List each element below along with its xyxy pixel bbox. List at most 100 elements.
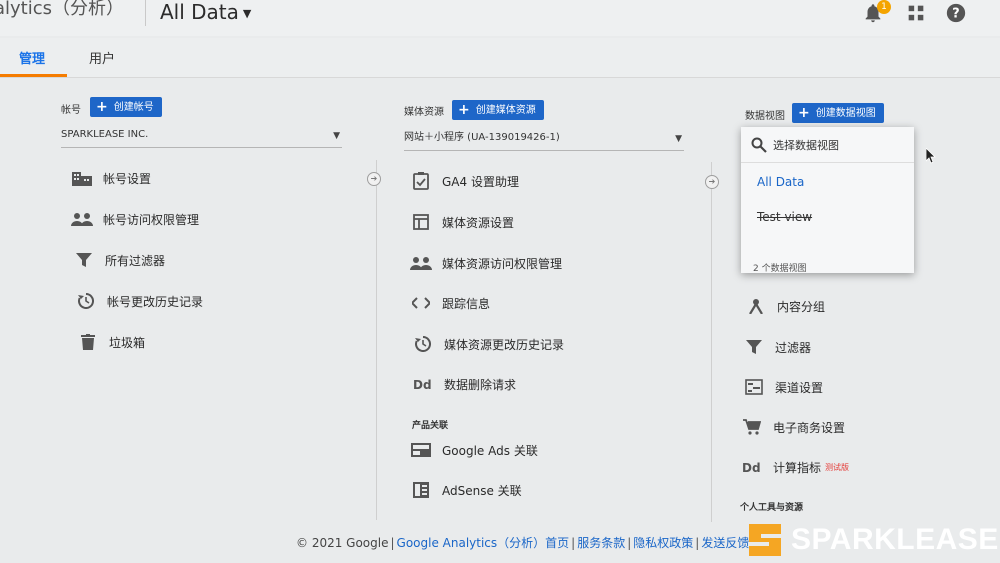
property-history-label: 媒体资源更改历史记录 bbox=[444, 337, 565, 352]
account-settings-label: 帐号设置 bbox=[103, 171, 152, 186]
dd-icon: Dd bbox=[412, 375, 434, 393]
arrow-right-icon[interactable]: ➔ bbox=[705, 175, 719, 189]
svg-text:Dd: Dd bbox=[742, 461, 761, 474]
account-history-label: 帐号更改历史记录 bbox=[107, 294, 204, 309]
svg-text:Dd: Dd bbox=[413, 378, 432, 391]
plus-icon: + bbox=[96, 99, 108, 115]
cart-icon bbox=[741, 418, 763, 436]
tab-user[interactable]: 用户 bbox=[89, 48, 115, 67]
people-icon bbox=[71, 210, 93, 228]
code-icon bbox=[410, 294, 432, 312]
create-property-button[interactable]: + 创建媒体资源 bbox=[452, 100, 544, 120]
create-view-label: 创建数据视图 bbox=[815, 108, 876, 119]
footer-link-feedback[interactable]: 发送反馈 bbox=[701, 536, 749, 550]
create-account-button[interactable]: + 创建帐号 bbox=[90, 97, 162, 117]
mouse-cursor-icon bbox=[926, 148, 936, 164]
people-icon bbox=[410, 254, 432, 272]
history-icon bbox=[75, 292, 97, 310]
footer-link-terms[interactable]: 服务条款 bbox=[577, 536, 625, 550]
trash-item[interactable]: 垃圾箱 bbox=[77, 331, 145, 353]
filter-icon bbox=[743, 338, 765, 356]
building-icon bbox=[71, 169, 93, 187]
beta-tag: 测试版 bbox=[825, 462, 850, 472]
filter-icon bbox=[73, 251, 95, 269]
view-option-test-view[interactable]: Test view bbox=[757, 210, 812, 224]
tracking-info-item[interactable]: 跟踪信息 bbox=[410, 292, 490, 314]
property-settings-item[interactable]: 媒体资源设置 bbox=[410, 211, 514, 233]
account-selector[interactable]: SPARKLEASE INC. ▼ bbox=[61, 126, 342, 148]
checklist-icon bbox=[410, 172, 432, 190]
google-ads-icon bbox=[410, 441, 432, 459]
footer-link-home[interactable]: Google Analytics（分析）首页 bbox=[397, 536, 570, 550]
ga4-setup-label: GA4 设置助理 bbox=[442, 174, 519, 189]
personal-tools-heading: 个人工具与资源 bbox=[740, 503, 804, 513]
content-grouping-icon bbox=[745, 297, 767, 315]
data-deletion-label: 数据删除请求 bbox=[444, 377, 517, 392]
adsense-link-label: AdSense 关联 bbox=[442, 483, 522, 498]
channel-settings-item[interactable]: 渠道设置 bbox=[743, 376, 823, 398]
create-view-button[interactable]: + 创建数据视图 bbox=[792, 103, 884, 123]
product-links-heading: 产品关联 bbox=[412, 421, 449, 431]
view-search-field[interactable]: 选择数据视图 bbox=[741, 127, 914, 163]
ecommerce-settings-item[interactable]: 电子商务设置 bbox=[741, 416, 845, 438]
brand-name: SPARKLEASE bbox=[791, 523, 999, 556]
account-access-item[interactable]: 帐号访问权限管理 bbox=[71, 208, 199, 230]
view-option-all-data[interactable]: All Data bbox=[757, 175, 804, 189]
account-history-item[interactable]: 帐号更改历史记录 bbox=[75, 290, 203, 312]
property-history-item[interactable]: 媒体资源更改历史记录 bbox=[412, 333, 564, 355]
view-search-placeholder: 选择数据视图 bbox=[773, 138, 839, 152]
plus-icon: + bbox=[458, 102, 470, 118]
account-access-label: 帐号访问权限管理 bbox=[103, 212, 200, 227]
apps-grid-icon[interactable] bbox=[905, 2, 927, 24]
chevron-down-icon: ▼ bbox=[242, 7, 252, 20]
footer: © 2021 Google | Google Analytics（分析）首页 | 服务条… bbox=[296, 536, 750, 550]
property-settings-icon bbox=[410, 213, 432, 231]
ga4-setup-item[interactable]: GA4 设置助理 bbox=[410, 170, 519, 192]
header-divider bbox=[145, 0, 146, 26]
create-account-label: 创建帐号 bbox=[113, 102, 154, 113]
column-divider bbox=[711, 162, 712, 522]
content-grouping-label: 内容分组 bbox=[777, 299, 826, 314]
property-column-label: 媒体资源 bbox=[404, 107, 444, 118]
trash-icon bbox=[77, 333, 99, 351]
admin-tabs: 管理 用户 bbox=[0, 38, 1000, 78]
search-icon bbox=[751, 137, 767, 153]
data-view-selector[interactable]: All Data ▼ bbox=[160, 0, 251, 24]
data-view-name: All Data bbox=[160, 0, 239, 24]
account-settings-item[interactable]: 帐号设置 bbox=[71, 167, 151, 189]
channel-settings-label: 渠道设置 bbox=[775, 380, 824, 395]
brand-watermark: SPARKLEASE bbox=[745, 517, 1000, 563]
adsense-icon bbox=[410, 481, 432, 499]
view-filters-item[interactable]: 过滤器 bbox=[743, 336, 811, 358]
account-selected-value: SPARKLEASE INC. bbox=[61, 129, 149, 140]
all-filters-item[interactable]: 所有过滤器 bbox=[73, 249, 165, 271]
create-property-label: 创建媒体资源 bbox=[475, 105, 536, 116]
tracking-info-label: 跟踪信息 bbox=[442, 296, 491, 311]
property-access-item[interactable]: 媒体资源访问权限管理 bbox=[410, 252, 562, 274]
help-icon[interactable]: ? bbox=[945, 2, 967, 24]
adsense-link-item[interactable]: AdSense 关联 bbox=[410, 479, 522, 501]
google-ads-link-label: Google Ads 关联 bbox=[442, 443, 538, 458]
dd-icon: Dd bbox=[741, 458, 763, 476]
notification-badge: 1 bbox=[877, 0, 891, 14]
channel-settings-icon bbox=[743, 378, 765, 396]
view-count: 2 个数据视图 bbox=[753, 264, 807, 274]
footer-link-privacy[interactable]: 隐私权政策 bbox=[633, 536, 693, 550]
calculated-metrics-item[interactable]: Dd 计算指标 测试版 bbox=[741, 456, 849, 478]
copyright: © 2021 Google bbox=[296, 536, 389, 550]
content-grouping-item[interactable]: 内容分组 bbox=[745, 295, 825, 317]
view-column-label: 数据视图 bbox=[745, 111, 785, 122]
view-dropdown: 选择数据视图 All Data Test view 2 个数据视图 bbox=[741, 127, 914, 274]
data-deletion-item[interactable]: Dd 数据删除请求 bbox=[412, 373, 516, 395]
plus-icon: + bbox=[798, 105, 810, 121]
trash-label: 垃圾箱 bbox=[109, 335, 146, 350]
all-filters-label: 所有过滤器 bbox=[105, 253, 166, 268]
tab-admin[interactable]: 管理 bbox=[19, 48, 45, 67]
property-access-label: 媒体资源访问权限管理 bbox=[442, 256, 563, 271]
account-column-label: 帐号 bbox=[61, 105, 81, 116]
chevron-down-icon: ▼ bbox=[675, 134, 682, 144]
history-icon bbox=[412, 335, 434, 353]
property-selector[interactable]: 网站＋小程序 (UA-139019426-1) ▼ bbox=[404, 129, 684, 151]
arrow-right-icon[interactable]: ➔ bbox=[367, 172, 381, 186]
google-ads-link-item[interactable]: Google Ads 关联 bbox=[410, 439, 538, 461]
